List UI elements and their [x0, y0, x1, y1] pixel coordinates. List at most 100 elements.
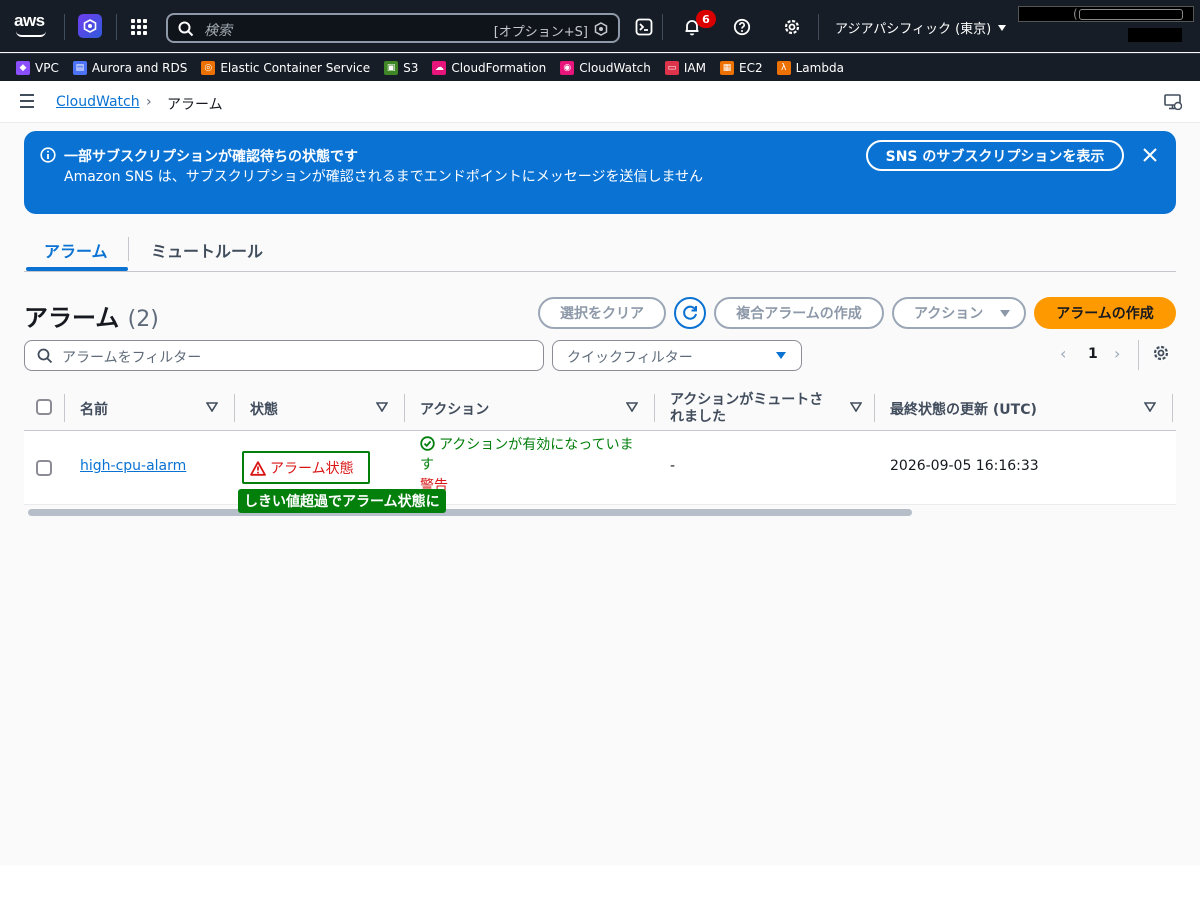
- actions-dropdown[interactable]: アクション: [892, 297, 1026, 329]
- close-icon[interactable]: [1142, 147, 1158, 163]
- favorite-label: IAM: [683, 60, 706, 75]
- table-row: high-cpu-alarm アラーム状態 アクションが有効になっています 警告…: [24, 431, 1176, 513]
- aws-logo[interactable]: aws: [14, 12, 52, 40]
- screen-info-icon[interactable]: [1164, 94, 1182, 110]
- table-header: 名前 状態 アクション アクションがミュートされました 最終状態の更新 (UTC…: [24, 386, 1176, 431]
- sort-icon: [376, 402, 388, 412]
- favorite-ecs[interactable]: ◎ Elastic Container Service: [201, 60, 371, 75]
- previous-page-icon[interactable]: ‹: [1060, 344, 1066, 363]
- column-updated-label: 最終状態の更新 (UTC): [890, 401, 1037, 418]
- aws-logo-text: aws: [14, 11, 45, 30]
- active-tab-indicator: [26, 267, 128, 271]
- next-page-icon[interactable]: ›: [1114, 344, 1120, 363]
- breadcrumb-cloudwatch-link[interactable]: CloudWatch: [56, 94, 140, 110]
- tab-mute-rules[interactable]: ミュートルール: [151, 238, 263, 262]
- refresh-icon: [683, 305, 697, 320]
- current-page-number[interactable]: 1: [1088, 346, 1098, 362]
- vpc-icon: ◆: [16, 60, 30, 75]
- pagination-divider: [1138, 340, 1139, 370]
- favorite-label: CloudWatch: [579, 60, 651, 75]
- page: aws 検索 [オプション+S] 6 アジアパシフィック (東京) (◆ VP…: [0, 0, 1200, 865]
- column-divider: [64, 394, 65, 422]
- account-name-redacted: [1128, 28, 1182, 42]
- favorite-label: Elastic Container Service: [220, 60, 371, 75]
- sort-icon: [206, 402, 218, 412]
- sort-icon: [850, 402, 862, 412]
- alarm-state-label: アラーム状態: [270, 461, 354, 477]
- aws-smile-icon: [16, 31, 46, 37]
- favorite-label: EC2: [739, 60, 763, 75]
- nav-divider: [64, 14, 65, 40]
- favorite-lambda[interactable]: λ Lambda: [776, 60, 844, 75]
- global-search[interactable]: 検索 [オプション+S]: [166, 13, 620, 43]
- container-icon: ◎: [201, 60, 216, 75]
- alarm-state-highlight: アラーム状態: [242, 451, 370, 484]
- hamburger-menu-icon[interactable]: [20, 94, 34, 108]
- search-placeholder: 検索: [204, 23, 232, 39]
- favorite-cloudformation[interactable]: ☁ CloudFormation: [432, 60, 546, 75]
- sort-icon: [626, 402, 638, 412]
- gear-icon[interactable]: [782, 17, 802, 37]
- column-name-label: 名前: [80, 401, 108, 418]
- table-preferences-gear-icon[interactable]: [1152, 344, 1170, 362]
- column-header-muted[interactable]: アクションがミュートされました: [670, 386, 874, 431]
- create-composite-alarm-button[interactable]: 複合アラームの作成: [714, 297, 884, 329]
- column-divider: [1172, 394, 1173, 422]
- favorite-ec2[interactable]: ▦ EC2: [720, 60, 763, 75]
- column-header-name[interactable]: 名前: [80, 386, 234, 431]
- favorite-label: VPC: [35, 60, 59, 75]
- cloudwatch-icon: ◉: [560, 60, 575, 75]
- iam-icon: ▭: [664, 60, 679, 75]
- cloudformation-icon: ☁: [432, 60, 447, 75]
- view-sns-subscriptions-button[interactable]: SNS のサブスクリプションを表示: [866, 140, 1124, 171]
- page-title-text: アラーム: [24, 304, 120, 332]
- tab-list: アラーム ミュートルール: [24, 231, 1176, 272]
- quick-filter-select[interactable]: クイックフィルター: [552, 340, 802, 371]
- service-hex-icon[interactable]: [78, 14, 102, 38]
- account-menu[interactable]: (: [1018, 6, 1194, 22]
- actions-status: アクションが有効になっています: [420, 435, 640, 475]
- alarm-name-link[interactable]: high-cpu-alarm: [80, 458, 186, 474]
- shortcut-hex-icon: [594, 22, 608, 36]
- column-divider: [654, 394, 655, 422]
- row-checkbox[interactable]: [36, 460, 52, 476]
- nav-divider: [662, 14, 663, 40]
- cloudshell-icon[interactable]: [634, 17, 654, 37]
- horizontal-scrollbar[interactable]: [24, 507, 1176, 517]
- create-alarm-button[interactable]: アラームの作成: [1034, 297, 1176, 329]
- favorite-iam[interactable]: ▭ IAM: [664, 60, 706, 75]
- favorite-vpc[interactable]: ◆ VPC: [16, 60, 59, 75]
- alarm-filter-input[interactable]: アラームをフィルター: [24, 340, 544, 371]
- help-icon[interactable]: [732, 17, 752, 37]
- refresh-button[interactable]: [674, 297, 706, 329]
- column-header-last-updated[interactable]: 最終状態の更新 (UTC): [890, 386, 1172, 431]
- favorite-cloudwatch[interactable]: ◉ CloudWatch: [560, 60, 651, 75]
- breadcrumb-current: アラーム: [167, 97, 223, 113]
- column-divider: [874, 394, 875, 422]
- column-header-actions[interactable]: アクション: [420, 386, 654, 431]
- warning-triangle-icon: [250, 460, 266, 476]
- region-label: アジアパシフィック (東京): [835, 22, 992, 37]
- flash-heading: 一部サブスクリプションが確認待ちの状態です: [64, 149, 358, 165]
- tab-alarms[interactable]: アラーム: [44, 238, 108, 262]
- select-all-checkbox[interactable]: [36, 399, 52, 415]
- column-header-state[interactable]: 状態: [250, 386, 404, 431]
- state-tooltip: しきい値超過でアラーム状態に: [238, 489, 446, 513]
- account-id-redacted: [1079, 9, 1183, 20]
- caret-down-icon: [1000, 309, 1011, 317]
- region-selector[interactable]: アジアパシフィック (東京): [835, 18, 1007, 37]
- scrollbar-thumb[interactable]: [28, 509, 912, 516]
- filter-placeholder: アラームをフィルター: [62, 350, 202, 366]
- last-updated-value: 2026-09-05 16:16:33: [890, 458, 1039, 474]
- tab-divider: [128, 237, 129, 261]
- alarms-table: 名前 状態 アクション アクションがミュートされました 最終状態の更新 (UTC…: [24, 386, 1176, 520]
- database-icon: ▤: [72, 60, 87, 75]
- services-grid-icon[interactable]: [131, 19, 147, 35]
- sort-icon: [1144, 402, 1156, 412]
- favorite-label: S3: [403, 60, 419, 75]
- favorite-aurora-rds[interactable]: ▤ Aurora and RDS: [72, 60, 188, 75]
- search-icon: [178, 21, 194, 37]
- clear-selection-button[interactable]: 選択をクリア: [538, 297, 666, 329]
- favorite-s3[interactable]: ▣ S3: [384, 60, 419, 75]
- favorite-label: Aurora and RDS: [91, 60, 188, 75]
